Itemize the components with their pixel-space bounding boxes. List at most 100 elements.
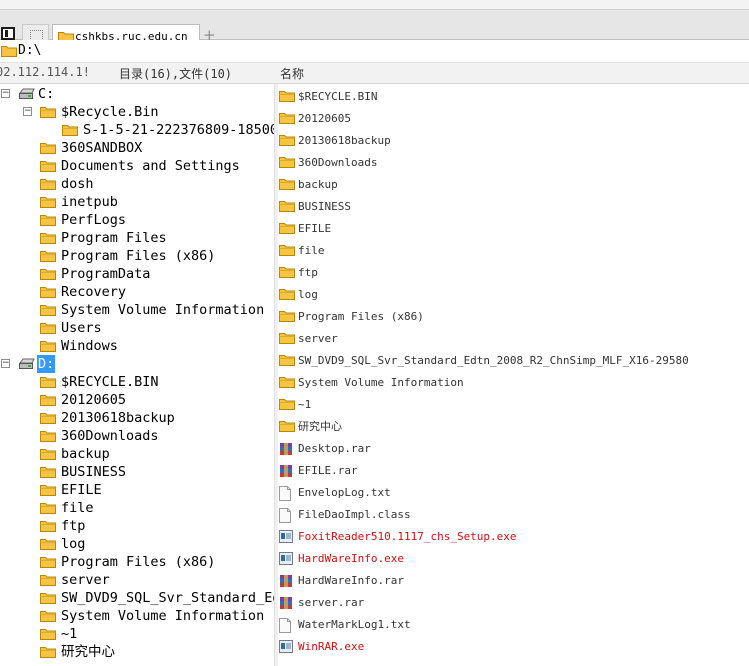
text-file-icon: [279, 486, 291, 501]
file-name: FoxitReader510.1117_chs_Setup.exe: [298, 530, 517, 543]
tree-sid-folder[interactable]: S-1-5-21-222376809-18500: [0, 121, 274, 139]
address-bar[interactable]: D:\: [0, 40, 749, 63]
file-list-item[interactable]: 20120605: [278, 108, 749, 130]
file-list-item[interactable]: WaterMarkLog1.txt: [278, 614, 749, 636]
file-name: FileDaoImpl.class: [298, 508, 411, 521]
tree-recycle-bin-c[interactable]: − $Recycle.Bin: [0, 103, 274, 121]
sidebar-toggle-icon[interactable]: [1, 27, 15, 40]
file-list-item[interactable]: ~1: [278, 394, 749, 416]
folder-icon: [279, 421, 295, 432]
folder-icon: [279, 289, 295, 300]
tree-folder-c[interactable]: ProgramData: [0, 265, 274, 283]
tree-folder-c[interactable]: Program Files: [0, 229, 274, 247]
file-list-item[interactable]: 研究中心: [278, 416, 749, 438]
tree-drive-d[interactable]: − D:: [0, 355, 274, 373]
tree-folder-c[interactable]: PerfLogs: [0, 211, 274, 229]
folder-tree[interactable]: − C: − $Recycle.Bin S-1-5-21-222376809-18500…: [0, 84, 274, 666]
name-column-header[interactable]: 名称: [280, 65, 304, 82]
tree-node-label: server: [61, 572, 110, 588]
tree-folder-d[interactable]: 20120605: [0, 391, 274, 409]
file-name: server: [298, 332, 338, 345]
rar-archive-icon: [280, 575, 292, 587]
folder-icon: [279, 355, 295, 366]
file-list-item[interactable]: HardWareInfo.exe: [278, 548, 749, 570]
file-list-item[interactable]: $RECYCLE.BIN: [278, 86, 749, 108]
tree-node-label: ~1: [61, 626, 78, 642]
tree-folder-c[interactable]: System Volume Information: [0, 301, 274, 319]
text-file-icon: [279, 508, 291, 523]
tree-node-label: Program Files: [61, 230, 167, 246]
file-list-item[interactable]: ftp: [278, 262, 749, 284]
tree-folder-d[interactable]: 360Downloads: [0, 427, 274, 445]
tree-folder-d[interactable]: 20130618backup: [0, 409, 274, 427]
file-list-item[interactable]: log: [278, 284, 749, 306]
file-list[interactable]: $RECYCLE.BIN 20120605 20130618backup 360Dow…: [278, 86, 749, 666]
folder-icon: [40, 107, 56, 118]
file-name: ~1: [298, 398, 312, 411]
file-list-item[interactable]: backup: [278, 174, 749, 196]
collapse-toggle[interactable]: −: [1, 359, 10, 368]
tree-folder-d[interactable]: Program Files (x86): [0, 553, 274, 571]
file-list-item[interactable]: FileDaoImpl.class: [278, 504, 749, 526]
tree-folder-d[interactable]: file: [0, 499, 274, 517]
file-list-item[interactable]: HardWareInfo.rar: [278, 570, 749, 592]
folder-icon: [40, 197, 56, 208]
folder-icon: [40, 593, 56, 604]
exe-file-icon: [279, 530, 293, 543]
file-name: 研究中心: [298, 420, 342, 433]
tree-folder-c[interactable]: Documents and Settings: [0, 157, 274, 175]
file-name: backup: [298, 178, 338, 191]
tree-folder-d[interactable]: System Volume Information: [0, 607, 274, 625]
tab-bar: cshkbs.ruc.edu.cn +: [0, 10, 749, 49]
file-list-item[interactable]: SW_DVD9_SQL_Svr_Standard_Edtn_2008_R2_Ch…: [278, 350, 749, 372]
file-list-item[interactable]: EFILE.rar: [278, 460, 749, 482]
tree-folder-d[interactable]: EFILE: [0, 481, 274, 499]
file-list-item[interactable]: server: [278, 328, 749, 350]
tree-folder-d[interactable]: 研究中心: [0, 643, 274, 661]
tree-folder-d[interactable]: backup: [0, 445, 274, 463]
folder-icon: [40, 395, 56, 406]
file-list-item[interactable]: Program Files (x86): [278, 306, 749, 328]
tree-folder-d[interactable]: BUSINESS: [0, 463, 274, 481]
tree-folder-d[interactable]: server: [0, 571, 274, 589]
tree-node-label: inetpub: [61, 194, 118, 210]
collapse-toggle[interactable]: −: [1, 89, 10, 98]
collapse-toggle[interactable]: −: [23, 107, 32, 116]
tree-folder-c[interactable]: dosh: [0, 175, 274, 193]
folder-icon: [1, 46, 17, 57]
folder-icon: [40, 611, 56, 622]
file-name: EFILE.rar: [298, 464, 358, 477]
tree-folder-d[interactable]: $RECYCLE.BIN: [0, 373, 274, 391]
file-list-item[interactable]: EnvelopLog.txt: [278, 482, 749, 504]
tree-node-label: BUSINESS: [61, 464, 127, 480]
file-list-item[interactable]: Desktop.rar: [278, 438, 749, 460]
file-list-item[interactable]: EFILE: [278, 218, 749, 240]
tree-node-label: SW_DVD9_SQL_Svr_Standard_Ed: [61, 590, 274, 606]
file-list-item[interactable]: System Volume Information: [278, 372, 749, 394]
file-list-item[interactable]: 20130618backup: [278, 130, 749, 152]
file-list-item[interactable]: WinRAR.exe: [278, 636, 749, 658]
file-list-item[interactable]: 360Downloads: [278, 152, 749, 174]
file-list-item[interactable]: file: [278, 240, 749, 262]
tree-folder-c[interactable]: Users: [0, 319, 274, 337]
folder-icon: [40, 557, 56, 568]
tree-folder-c[interactable]: Program Files (x86): [0, 247, 274, 265]
folder-icon: [40, 467, 56, 478]
tree-folder-d[interactable]: ftp: [0, 517, 274, 535]
tree-folder-d[interactable]: ~1: [0, 625, 274, 643]
folder-icon: [40, 647, 56, 658]
tree-folder-c[interactable]: 360SANDBOX: [0, 139, 274, 157]
tree-folder-d[interactable]: SW_DVD9_SQL_Svr_Standard_Ed: [0, 589, 274, 607]
exe-file-icon: [279, 640, 293, 653]
tree-folder-c[interactable]: inetpub: [0, 193, 274, 211]
file-list-item[interactable]: server.rar: [278, 592, 749, 614]
tree-folder-c[interactable]: Recovery: [0, 283, 274, 301]
tree-node-label: 360Downloads: [61, 428, 159, 444]
file-list-item[interactable]: BUSINESS: [278, 196, 749, 218]
tree-drive-c[interactable]: − C:: [0, 85, 274, 103]
tree-folder-c[interactable]: Windows: [0, 337, 274, 355]
folder-icon: [40, 413, 56, 424]
file-list-item[interactable]: FoxitReader510.1117_chs_Setup.exe: [278, 526, 749, 548]
tree-folder-d[interactable]: log: [0, 535, 274, 553]
address-path[interactable]: D:\: [18, 43, 41, 58]
